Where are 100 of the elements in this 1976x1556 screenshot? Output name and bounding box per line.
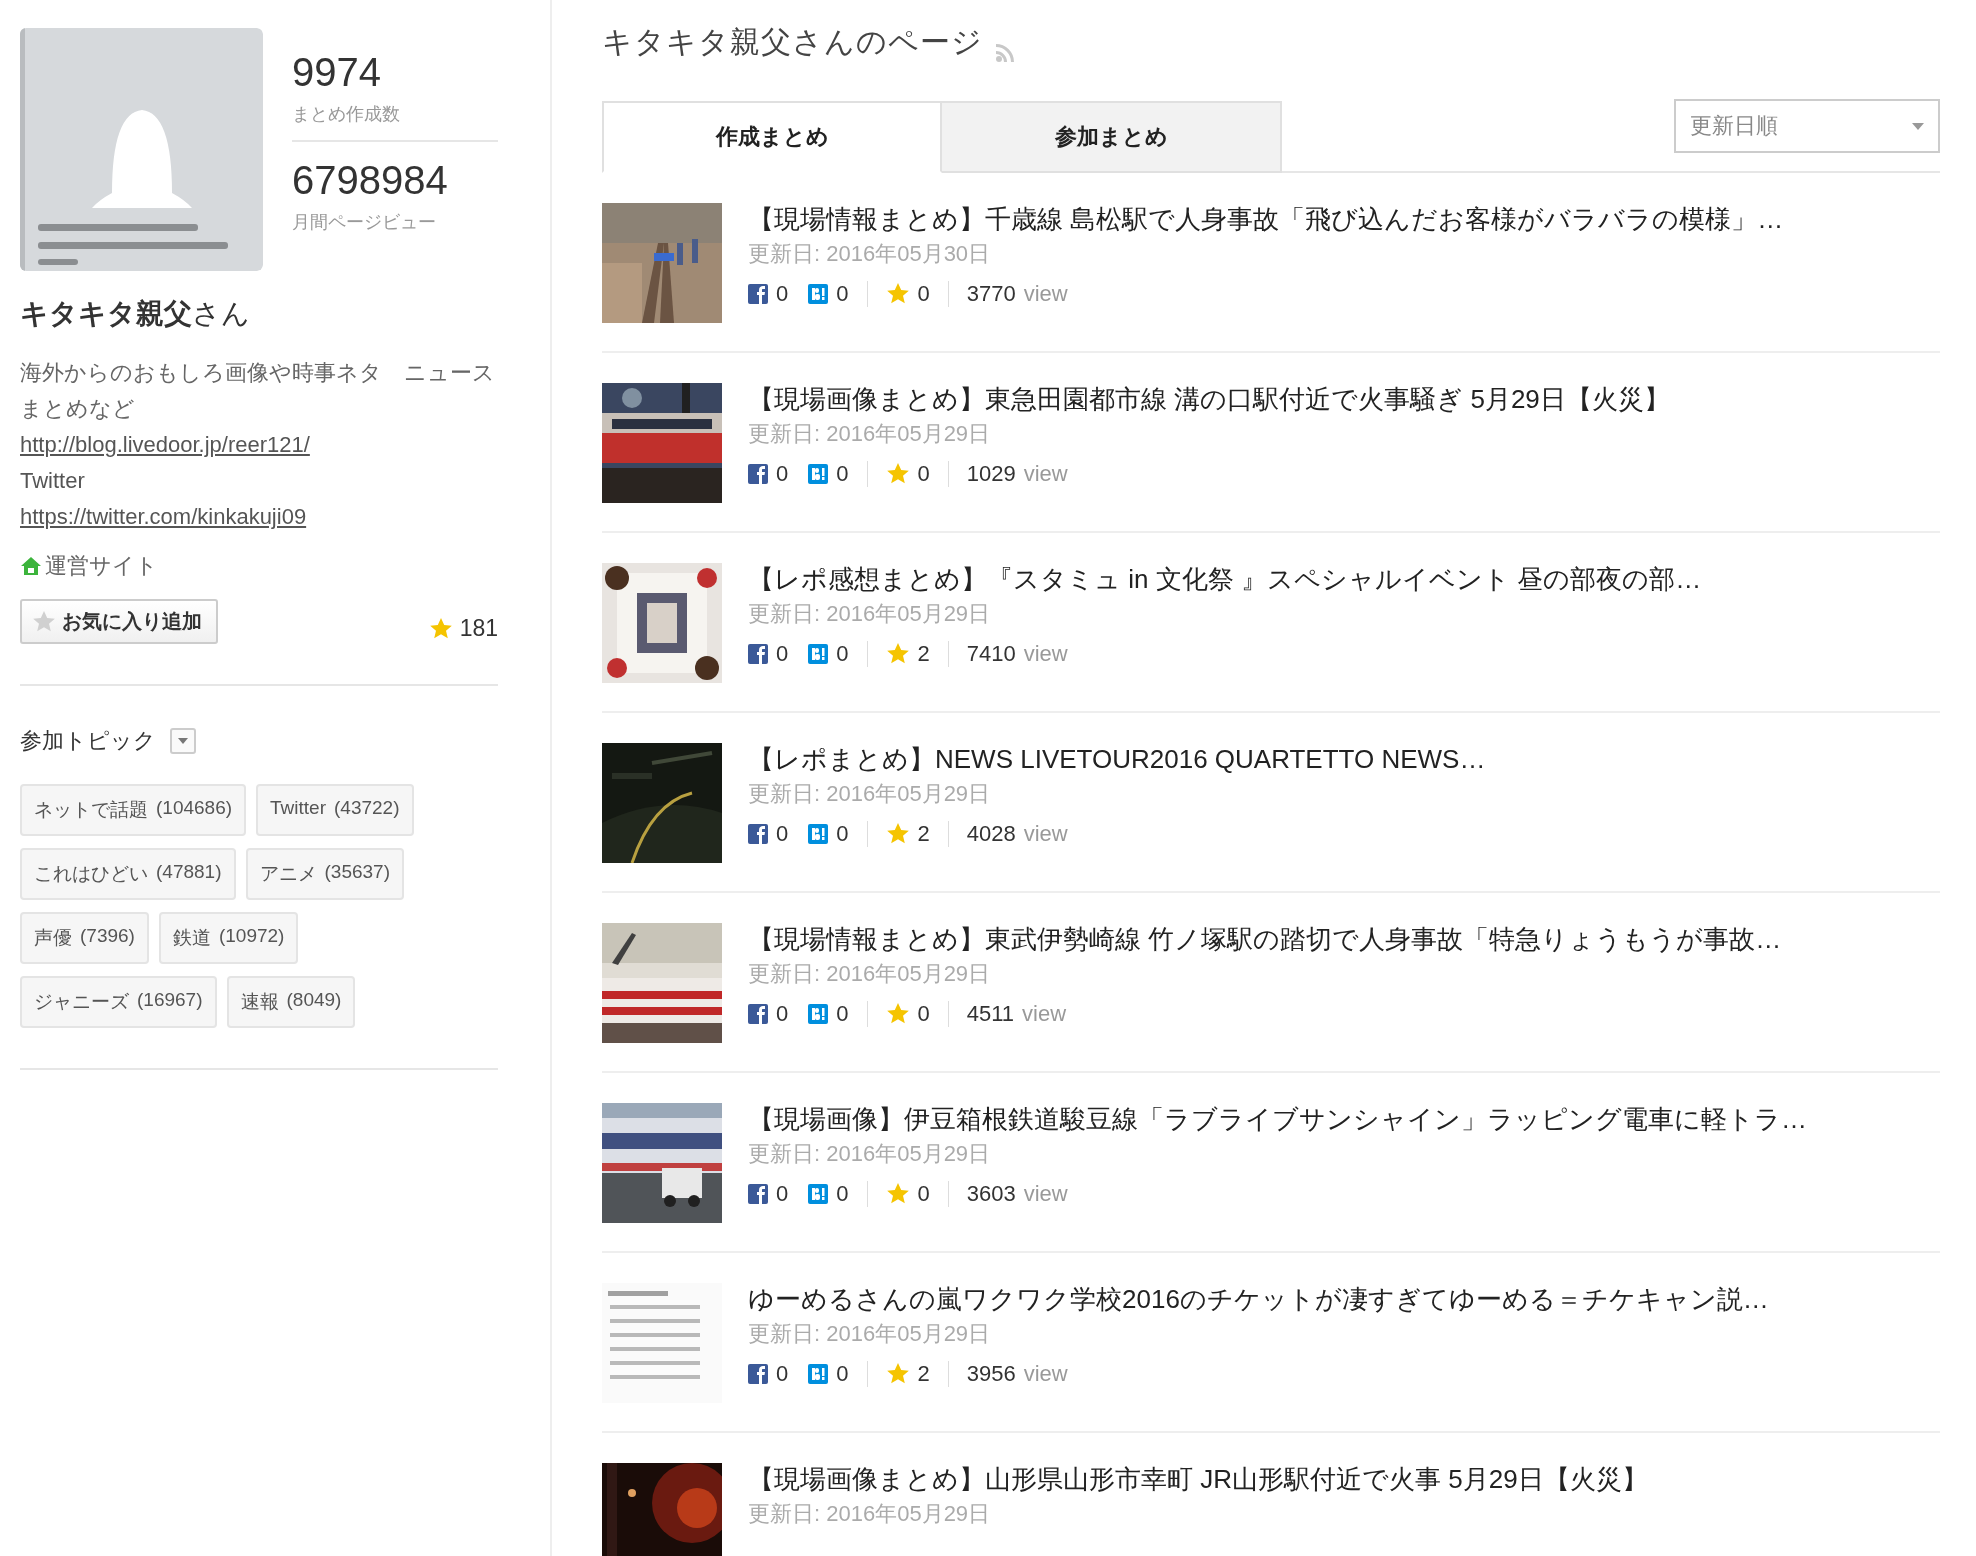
bookmark-icon: [808, 644, 829, 664]
topic-tag[interactable]: アニメ (35637): [245, 848, 404, 900]
bookmark-count: 0: [836, 1181, 849, 1207]
view-count: 1029: [966, 461, 1016, 487]
view-count: 4028: [966, 821, 1016, 847]
view-label: view: [1023, 1361, 1068, 1387]
view-label: view: [1022, 1001, 1067, 1027]
article-link[interactable]: 【レポ感想まとめ】『スタミュ in 文化祭 』スペシャルイベント 昼の部夜の部…: [748, 561, 1702, 597]
update-date: 更新日: 2016年05月30日: [748, 240, 992, 268]
profile-description: 海外からのおもしろ画像や時事ネタ ニュースまとめなど: [20, 359, 496, 423]
update-date: 更新日: 2016年05月29日: [748, 600, 992, 628]
rss-icon: [995, 43, 1015, 63]
facebook-icon: [748, 284, 768, 304]
favorite-button[interactable]: お気に入り追加: [20, 599, 218, 644]
star-icon: [885, 1002, 910, 1026]
sort-dropdown[interactable]: 更新日順: [1674, 99, 1940, 153]
favorite-count: 2: [917, 1361, 930, 1387]
facebook-icon: [748, 824, 768, 844]
article-link[interactable]: 【現場画像まとめ】東急田園都市線 溝の口駅付近で火事騒ぎ 5月29日【火災】: [748, 381, 1670, 417]
star-icon: [885, 642, 910, 666]
bookmark-icon: [808, 284, 829, 304]
article-link[interactable]: ゆーめるさんの嵐ワクワク学校2016のチケットが凄すぎてゆーめる＝チケキャン説…: [748, 1281, 1769, 1317]
bookmark-count: 0: [836, 641, 849, 667]
page-title: キタキタ親父さんのページ: [602, 24, 983, 60]
share-count: 0: [776, 1361, 789, 1387]
update-date: 更新日: 2016年05月29日: [748, 1500, 992, 1528]
share-count: 0: [776, 461, 789, 487]
view-count: 3956: [966, 1361, 1016, 1387]
update-date: 更新日: 2016年05月29日: [748, 780, 992, 808]
favorite-count: 0: [917, 281, 930, 307]
bookmark-icon: [808, 1184, 829, 1204]
favorite-count: 2: [917, 641, 930, 667]
caret-icon: [178, 738, 188, 744]
topic-tag[interactable]: 鉄道 (10972): [158, 912, 299, 964]
view-label: view: [1023, 641, 1068, 667]
bookmark-count: 0: [836, 1001, 849, 1027]
favorite-count: 0: [917, 1181, 930, 1207]
tab[interactable]: 作成まとめ: [602, 101, 942, 173]
article-link[interactable]: 【レポまとめ】NEWS LIVETOUR2016 QUARTETTO NEWS…: [748, 741, 1486, 777]
bookmark-icon: [808, 1004, 829, 1024]
house-icon: [20, 556, 42, 576]
update-date: 更新日: 2016年05月29日: [748, 420, 992, 448]
bookmark-icon: [808, 1364, 829, 1384]
view-label: view: [1023, 821, 1068, 847]
star-icon: [885, 822, 910, 846]
profile-text: Twitter: [20, 467, 86, 495]
facebook-icon: [748, 1004, 768, 1024]
topic-tag[interactable]: ジャニーズ (16967): [20, 976, 217, 1028]
bookmark-icon: [808, 824, 829, 844]
bookmark-icon: [808, 464, 829, 484]
favorite-count: 181: [459, 615, 498, 642]
star-icon: [885, 282, 910, 306]
stat-number: 9974: [292, 49, 382, 96]
view-label: view: [1023, 281, 1068, 307]
dropdown-toggle[interactable]: [170, 728, 196, 754]
topic-tag[interactable]: Twitter (43722): [256, 784, 414, 836]
view-count: 3603: [966, 1181, 1016, 1207]
view-count: 3770: [966, 281, 1016, 307]
caret-icon: [1912, 122, 1924, 130]
profile-link[interactable]: https://twitter.com/kinkakuji09: [20, 499, 307, 535]
view-label: view: [1023, 461, 1068, 487]
view-count: 4511: [966, 1001, 1015, 1027]
update-date: 更新日: 2016年05月29日: [748, 960, 992, 988]
star-icon: [885, 1362, 910, 1386]
view-label: view: [1023, 1181, 1068, 1207]
stat-label: 月間ページビュー: [292, 211, 437, 234]
article-link[interactable]: 【現場情報まとめ】千歳線 島松駅で人身事故「飛び込んだお客様がバラバラの模様」…: [748, 201, 1784, 237]
favorite-count: 0: [917, 1001, 930, 1027]
section-title: 参加トピック: [20, 727, 156, 755]
article-link[interactable]: 【現場画像】伊豆箱根鉄道駿豆線「ラブライブサンシャイン」ラッピング電車に軽トラ…: [748, 1101, 1807, 1137]
share-count: 0: [776, 281, 789, 307]
article-link[interactable]: 【現場情報まとめ】東武伊勢崎線 竹ノ塚駅の踏切で人身事故「特急りょうもうが事故…: [748, 921, 1782, 957]
topic-tag[interactable]: 声優 (7396): [20, 912, 149, 964]
stat-label: まとめ作成数: [292, 103, 401, 126]
view-count: 7410: [966, 641, 1016, 667]
bookmark-count: 0: [836, 281, 849, 307]
topic-tag[interactable]: 速報 (8049): [226, 976, 356, 1028]
bookmark-count: 0: [836, 461, 849, 487]
share-count: 0: [776, 1181, 789, 1207]
facebook-icon: [748, 644, 768, 664]
update-date: 更新日: 2016年05月29日: [748, 1140, 992, 1168]
share-count: 0: [776, 1001, 789, 1027]
star-icon: [885, 1182, 910, 1206]
share-count: 0: [776, 821, 789, 847]
tab[interactable]: 参加まとめ: [942, 101, 1282, 173]
bookmark-count: 0: [836, 1361, 849, 1387]
bookmark-count: 0: [836, 821, 849, 847]
profile-link[interactable]: http://blog.livedoor.jp/reer121/: [20, 427, 310, 463]
site-link[interactable]: 運営サイト: [45, 551, 158, 581]
user-name: キタキタ親父さん: [20, 297, 251, 331]
favorite-count: 2: [917, 821, 930, 847]
article-link[interactable]: 【現場画像まとめ】山形県山形市幸町 JR山形駅付近で火事 5月29日【火災】: [748, 1461, 1648, 1497]
star-icon: [32, 609, 56, 634]
star-icon: [885, 462, 910, 486]
topic-tag[interactable]: ネットで話題 (104686): [20, 784, 247, 836]
topic-tag[interactable]: これはひどい (47881): [20, 848, 236, 900]
facebook-icon: [748, 1184, 768, 1204]
share-count: 0: [776, 641, 789, 667]
facebook-icon: [748, 1364, 768, 1384]
stat-number: 6798984: [292, 157, 449, 204]
